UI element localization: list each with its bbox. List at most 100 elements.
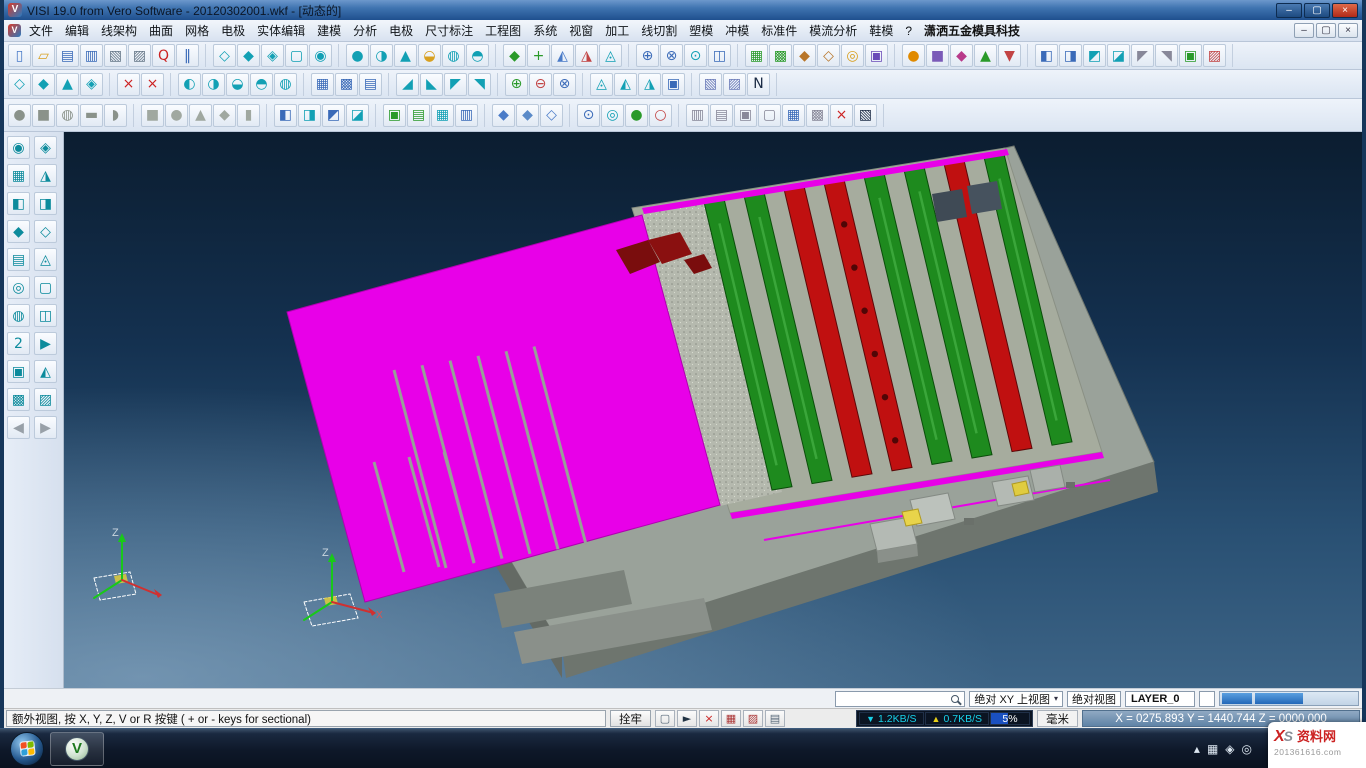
dome-icon[interactable]: ◓ [466, 44, 489, 67]
new-file-icon[interactable]: ▯ [8, 44, 31, 67]
menu-item[interactable]: 鞋模 [863, 20, 899, 41]
menu-item[interactable]: 加工 [599, 20, 635, 41]
close-red-icon[interactable]: × [830, 104, 853, 127]
loft-icon[interactable]: ◭ [551, 44, 574, 67]
cube-gray-icon[interactable]: ■ [32, 104, 55, 127]
zoom-fit-icon[interactable]: ▣ [1179, 44, 1202, 67]
color-icon[interactable]: ◆ [950, 44, 973, 67]
half-cyl-gray-icon[interactable]: ◗ [104, 104, 127, 127]
block-lite-icon[interactable]: ■ [141, 104, 164, 127]
prism-icon[interactable]: ◬ [590, 73, 613, 96]
print-preview-icon[interactable]: ▨ [128, 44, 151, 67]
mdi-close-button[interactable]: × [1338, 23, 1358, 38]
combine-icon[interactable]: ⊗ [553, 73, 576, 96]
material-icon[interactable]: ■ [926, 44, 949, 67]
layer-grid-icon[interactable]: ▤ [359, 73, 382, 96]
menu-item[interactable]: 网格 [179, 20, 215, 41]
save-as-icon[interactable]: ▥ [80, 44, 103, 67]
cursor-icon[interactable]: ► [677, 710, 697, 727]
extrude-icon[interactable]: ◆ [503, 44, 526, 67]
forward-icon[interactable]: ▶ [34, 416, 57, 439]
point-icon[interactable]: ◉ [309, 44, 332, 67]
menu-item[interactable]: 建模 [311, 20, 347, 41]
menu-item[interactable]: 尺寸标注 [419, 20, 479, 41]
box-icon[interactable]: ▣ [662, 73, 685, 96]
mdi-child-icon[interactable]: V [8, 24, 21, 37]
two-d-icon[interactable]: 2 [7, 332, 30, 355]
plane-grid-icon[interactable]: ▦ [311, 73, 334, 96]
zoom-scale-icon[interactable]: ◈ [34, 136, 57, 159]
note-icon[interactable]: N [747, 73, 770, 96]
menu-item[interactable]: 冲模 [719, 20, 755, 41]
dot-red-icon[interactable]: ○ [649, 104, 672, 127]
maximize-button[interactable]: ▢ [1304, 3, 1330, 18]
wire-icon[interactable]: ◇ [34, 220, 57, 243]
menu-item[interactable]: 实体编辑 [251, 20, 311, 41]
grid-icon[interactable]: ▩ [769, 44, 792, 67]
grid-blue-icon[interactable]: ▦ [782, 104, 805, 127]
half-left-icon[interactable]: ◧ [274, 104, 297, 127]
zoom-q-icon[interactable]: Q [152, 44, 175, 67]
wedge-icon[interactable]: ◭ [614, 73, 637, 96]
list-icon[interactable]: ▤ [765, 710, 785, 727]
select-box-icon[interactable]: ▢ [655, 710, 675, 727]
menu-item[interactable]: 工程图 [479, 20, 527, 41]
menu-item[interactable]: 系统 [527, 20, 563, 41]
trim-icon[interactable]: ◓ [250, 73, 273, 96]
mesh-icon[interactable]: ▦ [745, 44, 768, 67]
wireframe-icon[interactable]: ◇ [213, 44, 236, 67]
zoom-window-icon[interactable]: ◉ [7, 136, 30, 159]
hatch-fill-icon[interactable]: ▨ [34, 388, 57, 411]
mask-edit-icon[interactable]: ▨ [743, 710, 763, 727]
corner-sw-icon[interactable]: ◤ [444, 73, 467, 96]
pattern-icon[interactable]: ▨ [723, 73, 746, 96]
print-icon[interactable]: ▧ [104, 44, 127, 67]
start-button[interactable] [10, 732, 44, 766]
rows-icon[interactable]: ▤ [407, 104, 430, 127]
half-bottom-icon[interactable]: ◪ [346, 104, 369, 127]
menu-item[interactable]: 标准件 [755, 20, 803, 41]
half-sphere-icon[interactable]: ◑ [370, 44, 393, 67]
bar-gray-icon[interactable]: ▬ [80, 104, 103, 127]
draw-icon[interactable]: ◮ [34, 164, 57, 187]
fillet-icon[interactable]: ◐ [178, 73, 201, 96]
pattern-fill-icon[interactable]: ▩ [7, 388, 30, 411]
boolean-intersect-icon[interactable]: ⊙ [684, 44, 707, 67]
half-right-icon[interactable]: ◨ [298, 104, 321, 127]
close-button[interactable]: × [1332, 3, 1358, 18]
project-icon[interactable]: ◍ [274, 73, 297, 96]
section-icon[interactable]: ▧ [699, 73, 722, 96]
solid-icon[interactable]: ◆ [237, 44, 260, 67]
sweep-icon[interactable]: ◬ [599, 44, 622, 67]
clip-view-icon[interactable]: ▨ [1203, 44, 1226, 67]
axis-icon[interactable]: ◭ [34, 360, 57, 383]
hole-icon[interactable]: ◎ [841, 44, 864, 67]
arc-icon[interactable]: ▲ [56, 73, 79, 96]
mask-icon[interactable]: ◬ [34, 248, 57, 271]
disc-gray-icon[interactable]: ◍ [56, 104, 79, 127]
add-body-icon[interactable]: + [527, 44, 550, 67]
delete-icon[interactable]: × [699, 710, 719, 727]
menu-item[interactable]: 塑模 [683, 20, 719, 41]
view-top-icon[interactable]: ◧ [1035, 44, 1058, 67]
menu-item[interactable]: 曲面 [143, 20, 179, 41]
shade-icon[interactable]: ◆ [7, 220, 30, 243]
boolean-union-icon[interactable]: ⊕ [636, 44, 659, 67]
cells-icon[interactable]: ▦ [431, 104, 454, 127]
add-green-icon[interactable]: ⊕ [505, 73, 528, 96]
delete-red-icon[interactable]: × [117, 73, 140, 96]
lock-button[interactable]: 拴牢 [610, 710, 651, 727]
view-iso-icon[interactable]: ◪ [1107, 44, 1130, 67]
cone-icon[interactable]: ▲ [394, 44, 417, 67]
grid-edit-icon[interactable]: ▦ [721, 710, 741, 727]
tray-volume-icon[interactable]: ◎ [1242, 742, 1252, 756]
dot-green-icon[interactable]: ● [625, 104, 648, 127]
workplane-icon[interactable]: ◫ [34, 304, 57, 327]
tray-expand-icon[interactable]: ▴ [1194, 742, 1200, 756]
ball-lite-icon[interactable]: ● [165, 104, 188, 127]
target-icon[interactable]: ⊙ [577, 104, 600, 127]
cylinder-gray-icon[interactable]: ● [8, 104, 31, 127]
taskbar-visi-button[interactable]: V [50, 732, 104, 766]
save-icon[interactable]: ▤ [56, 44, 79, 67]
visibility-icon[interactable]: ◎ [7, 276, 30, 299]
